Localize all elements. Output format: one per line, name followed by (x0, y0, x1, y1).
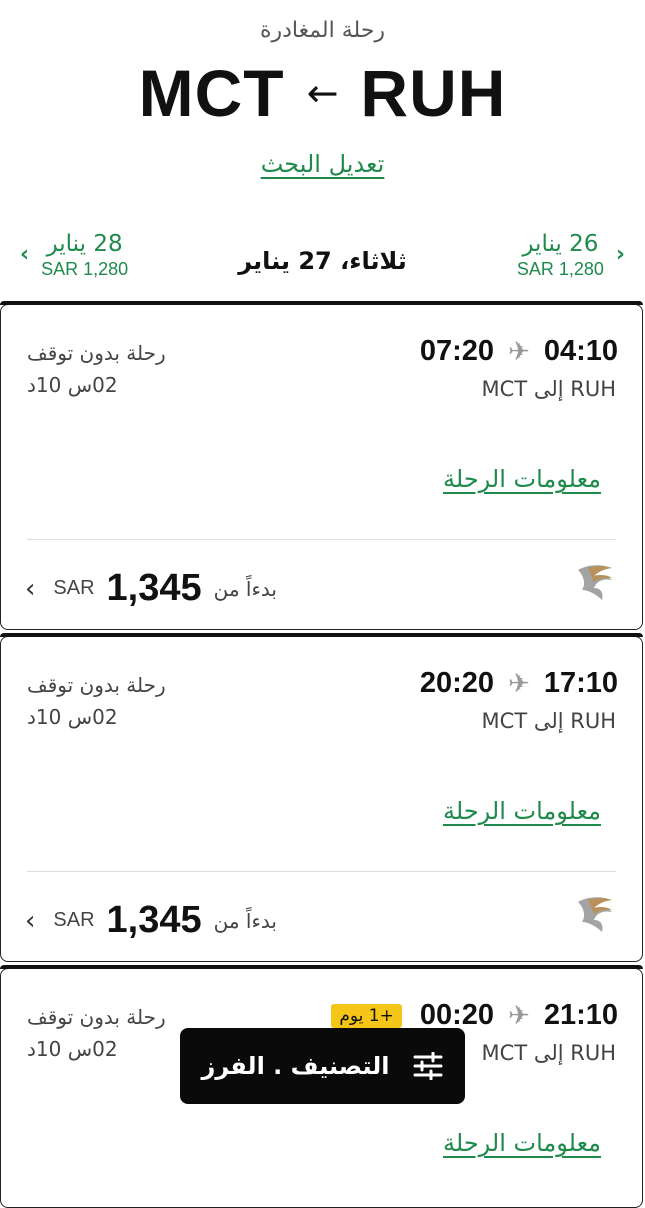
currency-label: SAR (53, 909, 95, 931)
plane-icon: ✈ (508, 336, 530, 367)
page-subtitle: رحلة المغادرة (259, 18, 386, 43)
duration-label: 02س 10د (27, 373, 118, 397)
flight-leg: RUH إلى MCT (481, 1041, 616, 1065)
airline-logo-icon (578, 565, 612, 600)
departure-time: 21:10 (543, 999, 618, 1031)
flight-card[interactable]: 07:20 ✈ 04:10 RUH إلى MCT رحلة بدون توقف… (0, 301, 643, 630)
modify-search-link[interactable]: تعديل البحث (261, 150, 385, 178)
flight-times: 20:20 ✈ 17:10 (420, 667, 618, 700)
sliders-icon (413, 1052, 443, 1080)
arrival-time: 07:20 (419, 335, 495, 367)
duration-label: 02س 10د (27, 705, 118, 729)
departure-time: 04:10 (543, 335, 618, 367)
prev-date-label: 26 يناير (522, 231, 599, 257)
airline-logo-icon (578, 897, 612, 932)
price-button[interactable]: ‹ SAR 1,345 بدءاً من (25, 567, 277, 610)
price-button[interactable]: ‹ SAR 1,345 بدءاً من (25, 899, 277, 942)
prev-date-price: SAR 1,280 (516, 259, 604, 279)
flight-times: 07:20 ✈ 04:10 (420, 335, 618, 368)
price-amount: 1,345 (106, 567, 202, 609)
chevron-left-icon: ‹ (25, 905, 36, 936)
stops-label: رحلة بدون توقف (27, 341, 166, 365)
chevron-right-icon: › (615, 242, 625, 267)
flight-info-link[interactable]: معلومات الرحلة (443, 465, 601, 493)
flight-card[interactable]: 20:20 ✈ 17:10 RUH إلى MCT رحلة بدون توقف… (0, 633, 643, 962)
origin-code: RUH (360, 56, 507, 130)
route-title: MCT ← RUH (0, 55, 645, 131)
from-label: بدءاً من (213, 576, 277, 601)
sort-filter-button[interactable]: التصنيف . الفرز (180, 1028, 465, 1104)
duration-label: 02س 10د (27, 1037, 118, 1061)
flight-leg: RUH إلى MCT (481, 709, 616, 733)
flight-info-link[interactable]: معلومات الرحلة (443, 1129, 601, 1157)
flight-info-link[interactable]: معلومات الرحلة (443, 797, 601, 825)
from-label: بدءاً من (213, 908, 277, 933)
destination-code: MCT (138, 56, 285, 130)
date-selector: ‹ 28 يناير SAR 1,280 ثلاثاء، 27 يناير 26… (0, 225, 645, 295)
arrival-time: 20:20 (419, 667, 495, 699)
price-amount: 1,345 (106, 899, 202, 941)
sort-filter-label: التصنيف . الفرز (201, 1052, 390, 1080)
page-header: رحلة المغادرة MCT ← RUH تعديل البحث (0, 0, 645, 205)
chevron-left-icon: ‹ (25, 573, 36, 604)
divider (27, 539, 616, 540)
divider (27, 871, 616, 872)
departure-time: 17:10 (543, 667, 618, 699)
stops-label: رحلة بدون توقف (27, 1005, 166, 1029)
prev-date-button[interactable]: 26 يناير SAR 1,280 › (517, 229, 625, 280)
arrow-left-icon: ← (306, 71, 339, 115)
plane-icon: ✈ (508, 1000, 530, 1031)
plane-icon: ✈ (508, 668, 530, 699)
next-day-badge: +1 يوم (331, 1003, 402, 1028)
flight-leg: RUH إلى MCT (481, 377, 616, 401)
currency-label: SAR (53, 577, 95, 599)
stops-label: رحلة بدون توقف (27, 673, 166, 697)
